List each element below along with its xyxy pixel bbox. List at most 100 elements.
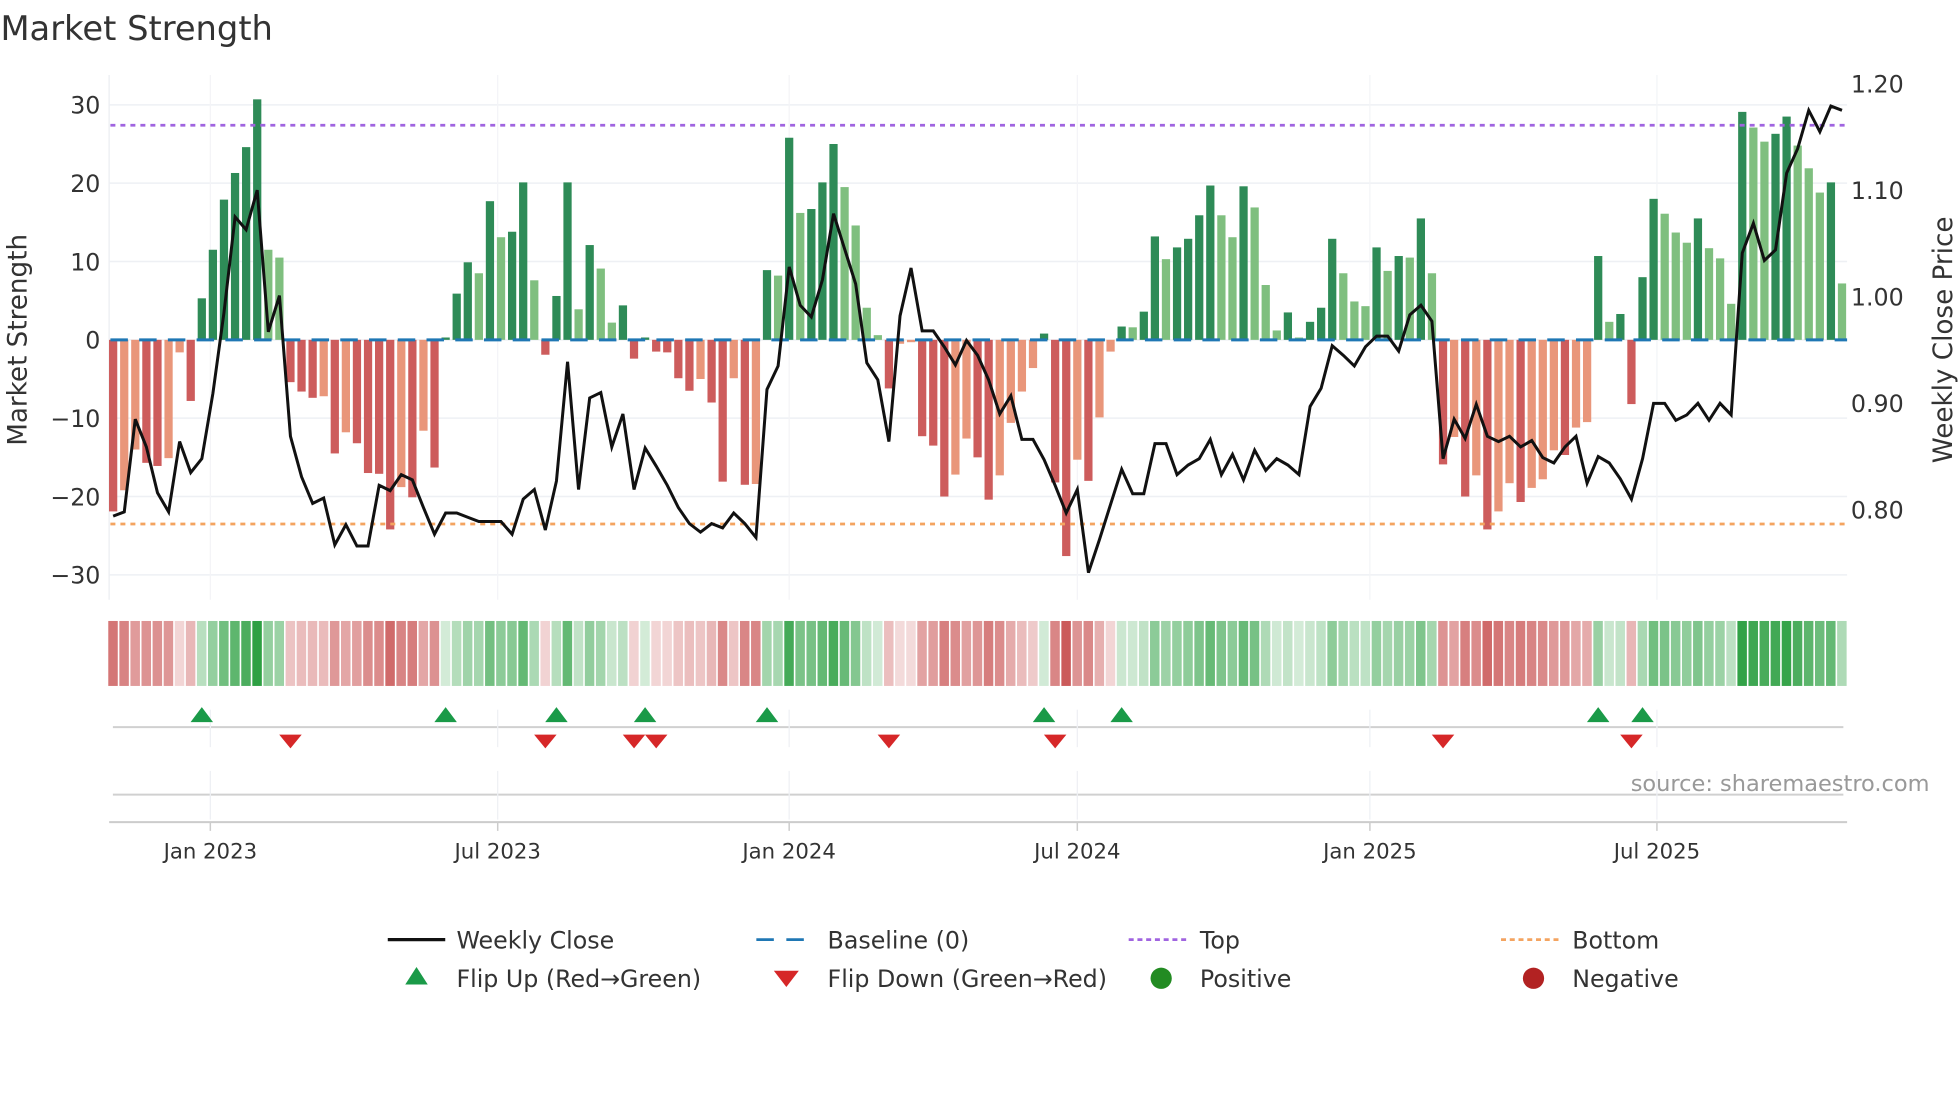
- legend-item-bottom: Bottom: [1501, 926, 1659, 954]
- x-tick-label: Jan 2023: [162, 839, 258, 864]
- strength-bar: [1139, 311, 1148, 340]
- flip-up-marker: [1586, 707, 1610, 723]
- strength-bar: [1760, 141, 1769, 340]
- flip-up-marker: [1032, 707, 1056, 723]
- strength-bar: [541, 339, 550, 355]
- strip-cell: [130, 620, 140, 686]
- x-tick-label: Jan 2024: [740, 839, 836, 864]
- strength-bar: [1128, 327, 1137, 340]
- strength-bar: [1560, 339, 1570, 456]
- strip-cell: [1327, 620, 1337, 686]
- strength-bar: [1250, 207, 1259, 340]
- strength-bar: [1594, 256, 1603, 340]
- strength-bar: [1206, 185, 1215, 340]
- strength-heat-strip: [108, 620, 1847, 686]
- strength-bar: [607, 322, 616, 340]
- strip-cell: [751, 620, 761, 686]
- strength-bar: [1239, 186, 1248, 340]
- strength-bar: [374, 339, 384, 474]
- strip-cell: [673, 620, 683, 686]
- flip-down-marker: [1431, 734, 1455, 749]
- strength-bar: [208, 249, 218, 340]
- strip-cell: [119, 620, 129, 686]
- strip-cell: [1571, 620, 1581, 686]
- strip-cell: [241, 620, 251, 686]
- strength-bar: [1782, 116, 1791, 340]
- strength-bar: [308, 339, 317, 398]
- strength-bar: [1660, 213, 1669, 340]
- strip-cell: [540, 620, 550, 686]
- y2-tick-label: 0.90: [1851, 390, 1904, 418]
- flip-up-marker: [1631, 707, 1654, 723]
- strip-cell: [1515, 620, 1526, 686]
- strip-cell: [485, 620, 495, 686]
- strip-cell: [1382, 620, 1393, 686]
- strength-bar: [1649, 198, 1658, 340]
- strip-cell: [773, 620, 783, 686]
- strength-bar: [563, 182, 572, 340]
- strip-cell: [1083, 620, 1094, 686]
- legend-label: Flip Down (Green→Red): [828, 965, 1107, 993]
- y-axis-ticks: 30 20 10 0 −10 −20 −30: [50, 92, 100, 590]
- strength-bar: [175, 339, 184, 353]
- strip-cell: [1593, 620, 1603, 686]
- y-tick-label: 20: [70, 170, 100, 198]
- legend-item-negative: Negative: [1522, 965, 1679, 993]
- strip-cell: [1759, 620, 1770, 686]
- strength-bar: [341, 339, 350, 433]
- strip-cell: [1637, 620, 1648, 686]
- x-tick-label: Jan 2025: [1321, 839, 1417, 864]
- strip-cell: [562, 620, 573, 686]
- strength-bar: [785, 137, 794, 340]
- strip-cell: [1526, 620, 1537, 686]
- strip-cell: [706, 620, 717, 686]
- strength-bar: [230, 172, 240, 340]
- strength-bar: [751, 339, 761, 484]
- legend: Weekly Close Baseline (0) Top Bottom Flip Up…: [387, 926, 1679, 993]
- strength-bar: [929, 339, 938, 446]
- strip-cell: [1803, 620, 1814, 686]
- x-tick-label: Jul 2024: [1032, 839, 1120, 864]
- strip-cell: [1005, 620, 1016, 686]
- flip-up-marker: [545, 707, 568, 723]
- strength-bar: [1461, 339, 1470, 497]
- strength-bar: [652, 339, 661, 352]
- strip-cell: [385, 620, 395, 686]
- strength-bar: [397, 339, 406, 488]
- strip-cell: [1814, 620, 1825, 686]
- y2-axis-ticks: 1.20 1.10 1.00 0.90 0.80: [1851, 70, 1904, 524]
- strip-cell: [850, 620, 861, 686]
- strip-cell: [1371, 620, 1382, 686]
- strip-cell: [263, 620, 273, 686]
- strip-cell: [1138, 620, 1149, 686]
- strength-bar: [685, 339, 694, 391]
- strip-cell: [795, 620, 805, 686]
- strip-cell: [1427, 620, 1437, 686]
- strength-bar: [1549, 339, 1558, 451]
- strength-bar: [507, 231, 517, 340]
- legend-item-flipdown: Flip Down (Green→Red): [773, 965, 1107, 993]
- strip-cell: [418, 620, 429, 686]
- legend-item-top: Top: [1128, 926, 1240, 954]
- strength-bar: [242, 147, 251, 340]
- strip-cell: [407, 620, 417, 686]
- strip-cell: [972, 620, 983, 686]
- strength-bar: [1494, 339, 1503, 512]
- strength-bar: [663, 339, 672, 353]
- strip-cell: [1205, 620, 1215, 686]
- strength-bar: [286, 339, 295, 383]
- strip-cell: [507, 620, 517, 686]
- strip-cell: [163, 620, 174, 686]
- strength-bar: [1394, 256, 1403, 340]
- strength-bar: [1704, 248, 1714, 340]
- strip-cell: [695, 620, 706, 686]
- legend-label: Weekly Close: [456, 926, 614, 954]
- strength-bar: [120, 339, 129, 491]
- flip-up-marker: [633, 707, 657, 723]
- strip-cell: [1194, 620, 1204, 686]
- strength-bar: [430, 339, 439, 468]
- strip-cell: [1216, 620, 1227, 686]
- strip-cell: [1039, 620, 1049, 686]
- strip-cell: [141, 620, 152, 686]
- flip-markers: [112, 707, 1844, 820]
